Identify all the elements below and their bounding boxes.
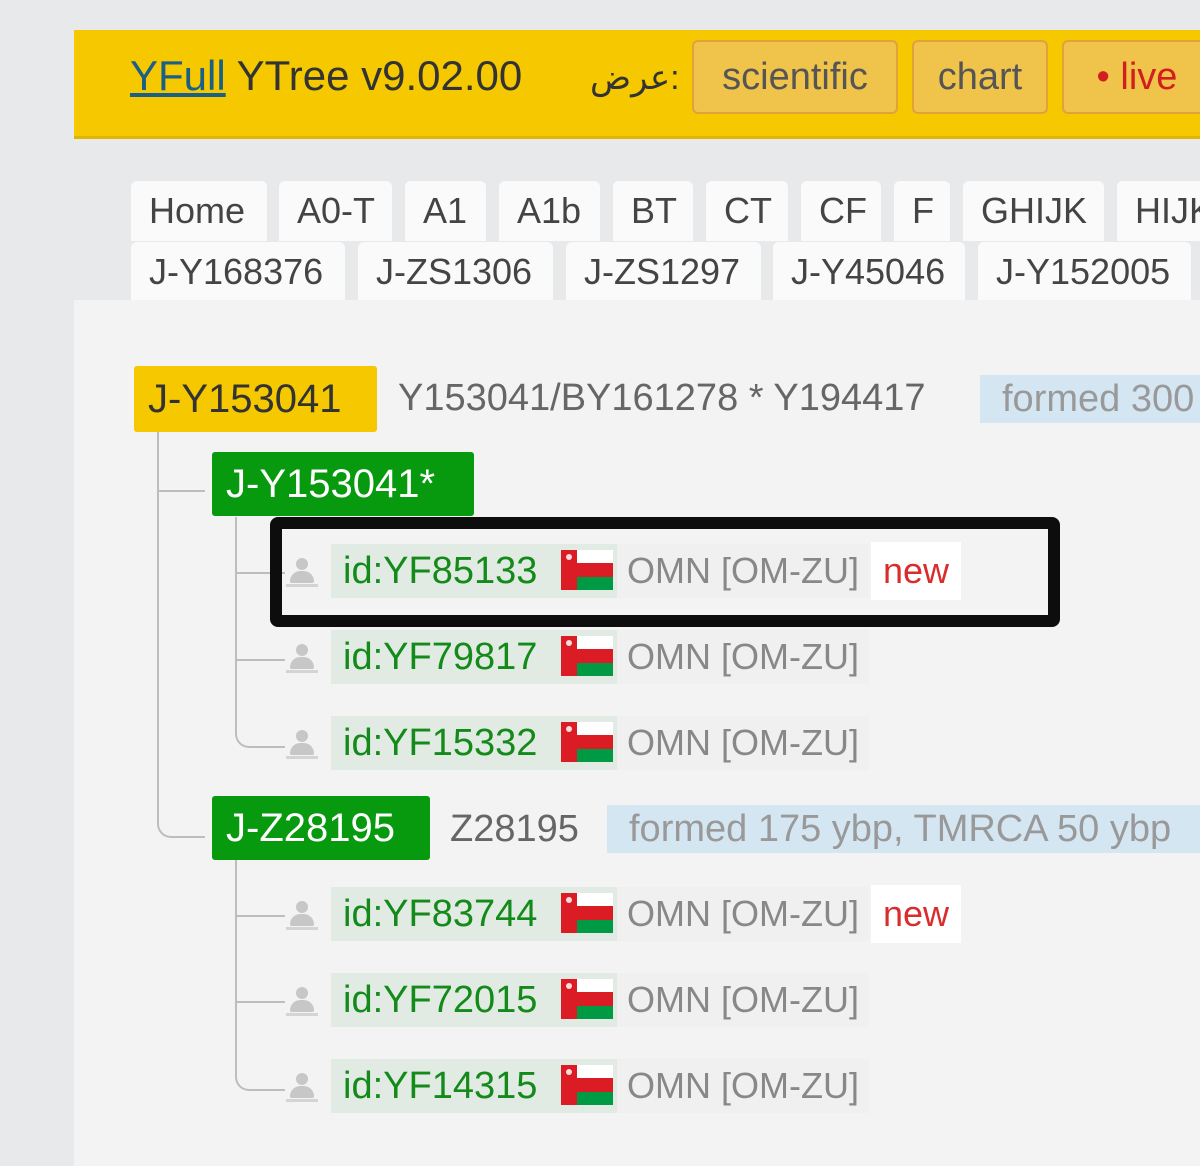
sample-id[interactable]: id:YF14315 bbox=[343, 1059, 537, 1113]
tab-j-y152005[interactable]: J-Y152005 bbox=[978, 242, 1191, 302]
sample-country: OMN [OM-ZU] bbox=[617, 973, 869, 1027]
branch1-line bbox=[235, 517, 237, 717]
person-icon bbox=[286, 1073, 318, 1103]
sample-row[interactable]: id:YF83744 OMN [OM-ZU] new bbox=[286, 885, 962, 943]
branch2-connector-2 bbox=[235, 1001, 285, 1003]
sample-country: OMN [OM-ZU] bbox=[617, 1059, 869, 1113]
branch2-line bbox=[235, 860, 237, 1060]
tab-cf[interactable]: CF bbox=[801, 181, 881, 241]
oman-flag-icon bbox=[561, 1065, 613, 1105]
sample-country: OMN [OM-ZU] bbox=[617, 630, 869, 684]
sample-country: OMN [OM-ZU] bbox=[617, 716, 869, 770]
oman-flag-icon bbox=[561, 636, 613, 676]
oman-flag-icon bbox=[561, 893, 613, 933]
live-view-button[interactable]: • live bbox=[1062, 40, 1200, 114]
branch-node-j-z28195[interactable]: J-Z28195 bbox=[212, 796, 430, 860]
sample-country: OMN [OM-ZU] bbox=[617, 887, 869, 941]
tab-ghijk[interactable]: GHIJK bbox=[963, 181, 1104, 241]
header-bar: YFull YTree v9.02.00 عرض: scientific cha… bbox=[74, 30, 1200, 139]
tab-hijk[interactable]: HIJK bbox=[1117, 181, 1200, 241]
yfull-link[interactable]: YFull bbox=[130, 52, 226, 99]
tab-j-y168376[interactable]: J-Y168376 bbox=[131, 242, 345, 302]
view-label: عرض: bbox=[590, 59, 680, 97]
tab-a1b[interactable]: A1b bbox=[499, 181, 600, 241]
branch2-connector-3 bbox=[235, 1059, 285, 1091]
branch2-age-info: formed 175 ybp, TMRCA 50 ybp bbox=[607, 805, 1200, 853]
oman-flag-icon bbox=[561, 722, 613, 762]
branch1-connector-3 bbox=[235, 716, 285, 748]
scientific-view-button[interactable]: scientific bbox=[692, 40, 898, 114]
sample-id[interactable]: id:YF79817 bbox=[343, 630, 537, 684]
branch2-connector-1 bbox=[235, 915, 285, 917]
branch-node-j-y153041-star[interactable]: J-Y153041* bbox=[212, 452, 474, 516]
tab-home[interactable]: Home bbox=[131, 181, 267, 241]
person-icon bbox=[286, 987, 318, 1017]
app-version: YTree v9.02.00 bbox=[225, 52, 523, 99]
highlight-box bbox=[270, 517, 1060, 627]
sample-id[interactable]: id:YF72015 bbox=[343, 973, 537, 1027]
oman-flag-icon bbox=[561, 979, 613, 1019]
sample-row[interactable]: id:YF15332 OMN [OM-ZU] bbox=[286, 716, 869, 770]
sample-row[interactable]: id:YF79817 OMN [OM-ZU] bbox=[286, 630, 869, 684]
tab-j-zs1297[interactable]: J-ZS1297 bbox=[566, 242, 761, 302]
tree-connector-branch1 bbox=[157, 490, 205, 492]
branch2-snps: Z28195 bbox=[450, 808, 579, 850]
tab-ct[interactable]: CT bbox=[706, 181, 788, 241]
branch1-connector-2 bbox=[235, 659, 285, 661]
tree-trunk-line bbox=[157, 431, 159, 811]
sample-row[interactable]: id:YF14315 OMN [OM-ZU] bbox=[286, 1059, 869, 1113]
root-node[interactable]: J-Y153041 bbox=[134, 366, 377, 432]
chart-view-button[interactable]: chart bbox=[912, 40, 1048, 114]
new-badge: new bbox=[871, 885, 962, 943]
sample-id[interactable]: id:YF83744 bbox=[343, 887, 537, 941]
tab-j-zs1306[interactable]: J-ZS1306 bbox=[358, 242, 553, 302]
root-snps: Y153041/BY161278 * Y194417 bbox=[398, 377, 926, 419]
root-age-info: formed 300 bbox=[980, 375, 1200, 423]
sample-row[interactable]: id:YF72015 OMN [OM-ZU] bbox=[286, 973, 869, 1027]
tab-a1[interactable]: A1 bbox=[405, 181, 486, 241]
person-icon bbox=[286, 730, 318, 760]
tab-a0-t[interactable]: A0-T bbox=[279, 181, 392, 241]
tab-bt[interactable]: BT bbox=[613, 181, 693, 241]
tab-j-y45046[interactable]: J-Y45046 bbox=[773, 242, 965, 302]
tree-connector-branch2 bbox=[157, 800, 205, 838]
sample-id[interactable]: id:YF15332 bbox=[343, 716, 537, 770]
person-icon bbox=[286, 644, 318, 674]
tab-f[interactable]: F bbox=[894, 181, 950, 241]
person-icon bbox=[286, 901, 318, 931]
app-title: YFull YTree v9.02.00 bbox=[130, 52, 522, 100]
